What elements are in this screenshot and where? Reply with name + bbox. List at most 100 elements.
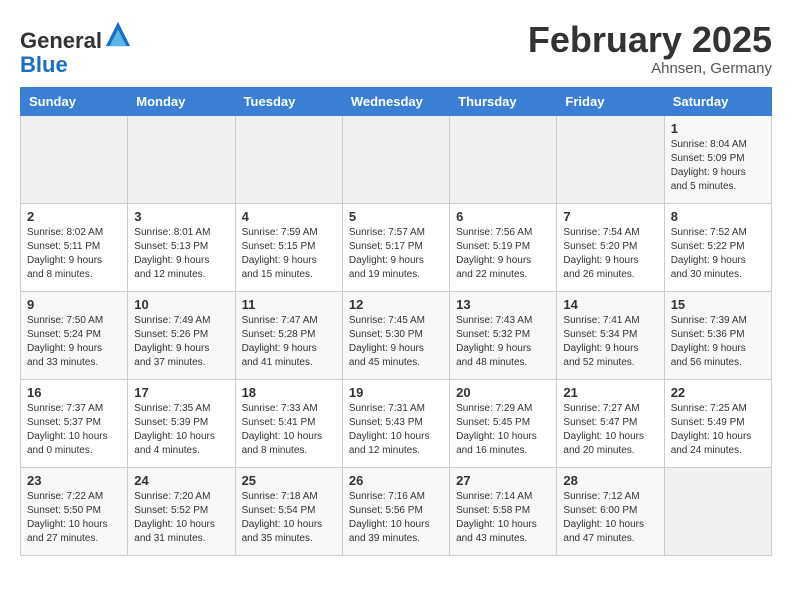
day-info: Sunrise: 7:39 AM Sunset: 5:36 PM Dayligh… [671, 314, 765, 370]
calendar-cell: 20 Sunrise: 7:29 AM Sunset: 5:45 PM Dayli… [450, 380, 557, 468]
calendar-cell: 15 Sunrise: 7:39 AM Sunset: 5:36 PM Dayli… [664, 292, 771, 380]
day-number: 15 [671, 297, 765, 312]
day-number: 1 [671, 121, 765, 136]
calendar-cell: 9 Sunrise: 7:50 AM Sunset: 5:24 PM Daylig… [21, 292, 128, 380]
day-info: Sunrise: 7:45 AM Sunset: 5:30 PM Dayligh… [349, 314, 443, 370]
day-info: Sunrise: 8:02 AM Sunset: 5:11 PM Dayligh… [27, 226, 121, 282]
day-info: Sunrise: 7:29 AM Sunset: 5:45 PM Dayligh… [456, 402, 550, 458]
calendar-cell: 19 Sunrise: 7:31 AM Sunset: 5:43 PM Dayli… [342, 380, 449, 468]
calendar-header-row: SundayMondayTuesdayWednesdayThursdayFrid… [21, 88, 772, 116]
day-number: 16 [27, 385, 121, 400]
calendar-cell: 23Sunrise: 7:22 AM Sunset: 5:50 PM Dayli… [21, 468, 128, 556]
logo-general-text: General [20, 28, 102, 53]
page-header: General Blue February 2025 Ahnsen, Germa… [20, 20, 772, 77]
day-number: 18 [242, 385, 336, 400]
day-info: Sunrise: 7:59 AM Sunset: 5:15 PM Dayligh… [242, 226, 336, 282]
day-number: 19 [349, 385, 443, 400]
day-number: 7 [563, 209, 657, 224]
day-number: 9 [27, 297, 121, 312]
calendar-cell: 1 Sunrise: 8:04 AM Sunset: 5:09 PM Daylig… [664, 116, 771, 204]
calendar-cell [450, 116, 557, 204]
day-number: 26 [349, 473, 443, 488]
calendar-cell [664, 468, 771, 556]
day-number: 8 [671, 209, 765, 224]
calendar-cell: 17Sunrise: 7:35 AM Sunset: 5:39 PM Dayli… [128, 380, 235, 468]
day-info: Sunrise: 7:12 AM Sunset: 6:00 PM Dayligh… [563, 490, 657, 546]
logo-icon [104, 20, 132, 48]
calendar-table: SundayMondayTuesdayWednesdayThursdayFrid… [20, 87, 772, 556]
calendar-week-row: 23Sunrise: 7:22 AM Sunset: 5:50 PM Dayli… [21, 468, 772, 556]
calendar-cell: 18 Sunrise: 7:33 AM Sunset: 5:41 PM Dayli… [235, 380, 342, 468]
day-number: 11 [242, 297, 336, 312]
day-number: 13 [456, 297, 550, 312]
calendar-week-row: 2 Sunrise: 8:02 AM Sunset: 5:11 PM Daylig… [21, 204, 772, 292]
day-info: Sunrise: 7:33 AM Sunset: 5:41 PM Dayligh… [242, 402, 336, 458]
day-info: Sunrise: 8:04 AM Sunset: 5:09 PM Dayligh… [671, 138, 765, 194]
day-info: Sunrise: 7:47 AM Sunset: 5:28 PM Dayligh… [242, 314, 336, 370]
weekday-header-monday: Monday [128, 88, 235, 116]
day-number: 21 [563, 385, 657, 400]
calendar-cell: 13 Sunrise: 7:43 AM Sunset: 5:32 PM Dayli… [450, 292, 557, 380]
day-number: 5 [349, 209, 443, 224]
weekday-header-thursday: Thursday [450, 88, 557, 116]
calendar-cell: 28 Sunrise: 7:12 AM Sunset: 6:00 PM Dayli… [557, 468, 664, 556]
title-block: February 2025 Ahnsen, Germany [528, 20, 772, 77]
day-info: Sunrise: 7:37 AM Sunset: 5:37 PM Dayligh… [27, 402, 121, 458]
calendar-cell: 24 Sunrise: 7:20 AM Sunset: 5:52 PM Dayli… [128, 468, 235, 556]
calendar-cell: 26 Sunrise: 7:16 AM Sunset: 5:56 PM Dayli… [342, 468, 449, 556]
calendar-cell: 4Sunrise: 7:59 AM Sunset: 5:15 PM Daylig… [235, 204, 342, 292]
day-number: 27 [456, 473, 550, 488]
calendar-week-row: 9 Sunrise: 7:50 AM Sunset: 5:24 PM Daylig… [21, 292, 772, 380]
day-number: 20 [456, 385, 550, 400]
day-info: Sunrise: 7:54 AM Sunset: 5:20 PM Dayligh… [563, 226, 657, 282]
day-info: Sunrise: 7:20 AM Sunset: 5:52 PM Dayligh… [134, 490, 228, 546]
weekday-header-wednesday: Wednesday [342, 88, 449, 116]
calendar-cell: 5 Sunrise: 7:57 AM Sunset: 5:17 PM Daylig… [342, 204, 449, 292]
day-number: 28 [563, 473, 657, 488]
logo-blue-text: Blue [20, 52, 68, 77]
day-info: Sunrise: 7:18 AM Sunset: 5:54 PM Dayligh… [242, 490, 336, 546]
calendar-cell: 2 Sunrise: 8:02 AM Sunset: 5:11 PM Daylig… [21, 204, 128, 292]
calendar-cell: 14 Sunrise: 7:41 AM Sunset: 5:34 PM Dayli… [557, 292, 664, 380]
day-number: 24 [134, 473, 228, 488]
day-info: Sunrise: 7:16 AM Sunset: 5:56 PM Dayligh… [349, 490, 443, 546]
calendar-cell: 7 Sunrise: 7:54 AM Sunset: 5:20 PM Daylig… [557, 204, 664, 292]
weekday-header-friday: Friday [557, 88, 664, 116]
day-number: 12 [349, 297, 443, 312]
calendar-cell: 25Sunrise: 7:18 AM Sunset: 5:54 PM Dayli… [235, 468, 342, 556]
day-number: 2 [27, 209, 121, 224]
month-year-title: February 2025 [528, 20, 772, 60]
calendar-cell [21, 116, 128, 204]
calendar-cell: 6 Sunrise: 7:56 AM Sunset: 5:19 PM Daylig… [450, 204, 557, 292]
calendar-cell [557, 116, 664, 204]
calendar-cell: 10Sunrise: 7:49 AM Sunset: 5:26 PM Dayli… [128, 292, 235, 380]
day-info: Sunrise: 7:43 AM Sunset: 5:32 PM Dayligh… [456, 314, 550, 370]
calendar-cell: 22 Sunrise: 7:25 AM Sunset: 5:49 PM Dayli… [664, 380, 771, 468]
location-subtitle: Ahnsen, Germany [528, 60, 772, 77]
day-info: Sunrise: 7:50 AM Sunset: 5:24 PM Dayligh… [27, 314, 121, 370]
day-number: 6 [456, 209, 550, 224]
day-number: 14 [563, 297, 657, 312]
day-number: 17 [134, 385, 228, 400]
day-number: 22 [671, 385, 765, 400]
calendar-cell: 27Sunrise: 7:14 AM Sunset: 5:58 PM Dayli… [450, 468, 557, 556]
calendar-week-row: 1 Sunrise: 8:04 AM Sunset: 5:09 PM Daylig… [21, 116, 772, 204]
logo: General Blue [20, 20, 132, 77]
day-number: 3 [134, 209, 228, 224]
day-number: 23 [27, 473, 121, 488]
calendar-cell [342, 116, 449, 204]
day-info: Sunrise: 7:57 AM Sunset: 5:17 PM Dayligh… [349, 226, 443, 282]
calendar-cell: 21 Sunrise: 7:27 AM Sunset: 5:47 PM Dayli… [557, 380, 664, 468]
calendar-cell [235, 116, 342, 204]
day-info: Sunrise: 7:27 AM Sunset: 5:47 PM Dayligh… [563, 402, 657, 458]
day-info: Sunrise: 8:01 AM Sunset: 5:13 PM Dayligh… [134, 226, 228, 282]
calendar-cell [128, 116, 235, 204]
day-info: Sunrise: 7:31 AM Sunset: 5:43 PM Dayligh… [349, 402, 443, 458]
day-info: Sunrise: 7:41 AM Sunset: 5:34 PM Dayligh… [563, 314, 657, 370]
calendar-cell: 8 Sunrise: 7:52 AM Sunset: 5:22 PM Daylig… [664, 204, 771, 292]
calendar-cell: 3 Sunrise: 8:01 AM Sunset: 5:13 PM Daylig… [128, 204, 235, 292]
day-info: Sunrise: 7:25 AM Sunset: 5:49 PM Dayligh… [671, 402, 765, 458]
day-info: Sunrise: 7:52 AM Sunset: 5:22 PM Dayligh… [671, 226, 765, 282]
day-info: Sunrise: 7:56 AM Sunset: 5:19 PM Dayligh… [456, 226, 550, 282]
calendar-cell: 12 Sunrise: 7:45 AM Sunset: 5:30 PM Dayli… [342, 292, 449, 380]
